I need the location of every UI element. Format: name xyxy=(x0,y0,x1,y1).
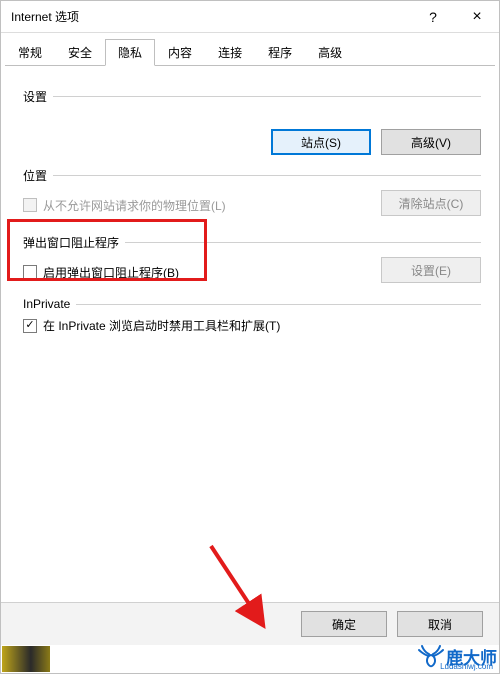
titlebar: Internet 选项 ? × xyxy=(1,1,499,33)
cancel-button[interactable]: 取消 xyxy=(397,611,483,637)
window-title: Internet 选项 xyxy=(11,8,79,25)
tab-advanced[interactable]: 高级 xyxy=(305,39,355,66)
tab-security[interactable]: 安全 xyxy=(55,39,105,66)
checkbox-icon xyxy=(23,198,37,212)
never-allow-location-checkbox[interactable]: 从不允许网站请求你的物理位置(L) xyxy=(23,197,226,214)
section-inprivate-title: InPrivate xyxy=(23,297,481,311)
section-settings-title: 设置 xyxy=(23,88,481,105)
section-popup-title: 弹出窗口阻止程序 xyxy=(23,234,481,251)
clear-sites-button: 清除站点(C) xyxy=(381,190,481,216)
help-icon: ? xyxy=(429,9,437,25)
popup-row: 启用弹出窗口阻止程序(B) 设置(E) xyxy=(23,257,481,283)
advanced-button[interactable]: 高级(V) xyxy=(381,129,481,155)
help-button[interactable]: ? xyxy=(411,1,455,33)
tab-programs[interactable]: 程序 xyxy=(255,39,305,66)
tab-privacy[interactable]: 隐私 xyxy=(105,39,155,66)
section-location-title: 位置 xyxy=(23,167,481,184)
watermark: 鹿大师 Ludashiwj.com xyxy=(416,643,497,669)
dialog-window: Internet 选项 ? × 常规 安全 隐私 内容 连接 程序 高级 设置 … xyxy=(0,0,500,674)
settings-button-row: 站点(S) 高级(V) xyxy=(23,129,481,155)
close-icon: × xyxy=(472,8,481,26)
inprivate-disable-extensions-label: 在 InPrivate 浏览启动时禁用工具栏和扩展(T) xyxy=(43,317,280,334)
enable-popup-blocker-label: 启用弹出窗口阻止程序(B) xyxy=(43,264,179,281)
content-area: 设置 站点(S) 高级(V) 位置 从不允许网站请求你的物理位置(L) 清除站点… xyxy=(1,66,499,334)
inprivate-disable-extensions-checkbox[interactable]: 在 InPrivate 浏览启动时禁用工具栏和扩展(T) xyxy=(23,317,481,334)
watermark-site: Ludashiwj.com xyxy=(440,662,493,671)
ok-button[interactable]: 确定 xyxy=(301,611,387,637)
popup-settings-button: 设置(E) xyxy=(381,257,481,283)
tab-connections[interactable]: 连接 xyxy=(205,39,255,66)
checkbox-icon xyxy=(23,265,37,279)
location-row: 从不允许网站请求你的物理位置(L) 清除站点(C) xyxy=(23,190,481,216)
tab-general[interactable]: 常规 xyxy=(5,39,55,66)
tab-content[interactable]: 内容 xyxy=(155,39,205,66)
sites-button[interactable]: 站点(S) xyxy=(271,129,371,155)
tab-strip: 常规 安全 隐私 内容 连接 程序 高级 xyxy=(1,39,499,66)
decorative-strip xyxy=(2,646,50,672)
close-button[interactable]: × xyxy=(455,1,499,33)
checkbox-checked-icon xyxy=(23,319,37,333)
never-allow-location-label: 从不允许网站请求你的物理位置(L) xyxy=(43,197,226,214)
enable-popup-blocker-checkbox[interactable]: 启用弹出窗口阻止程序(B) xyxy=(23,264,179,281)
dialog-footer: 确定 取消 xyxy=(1,602,499,645)
